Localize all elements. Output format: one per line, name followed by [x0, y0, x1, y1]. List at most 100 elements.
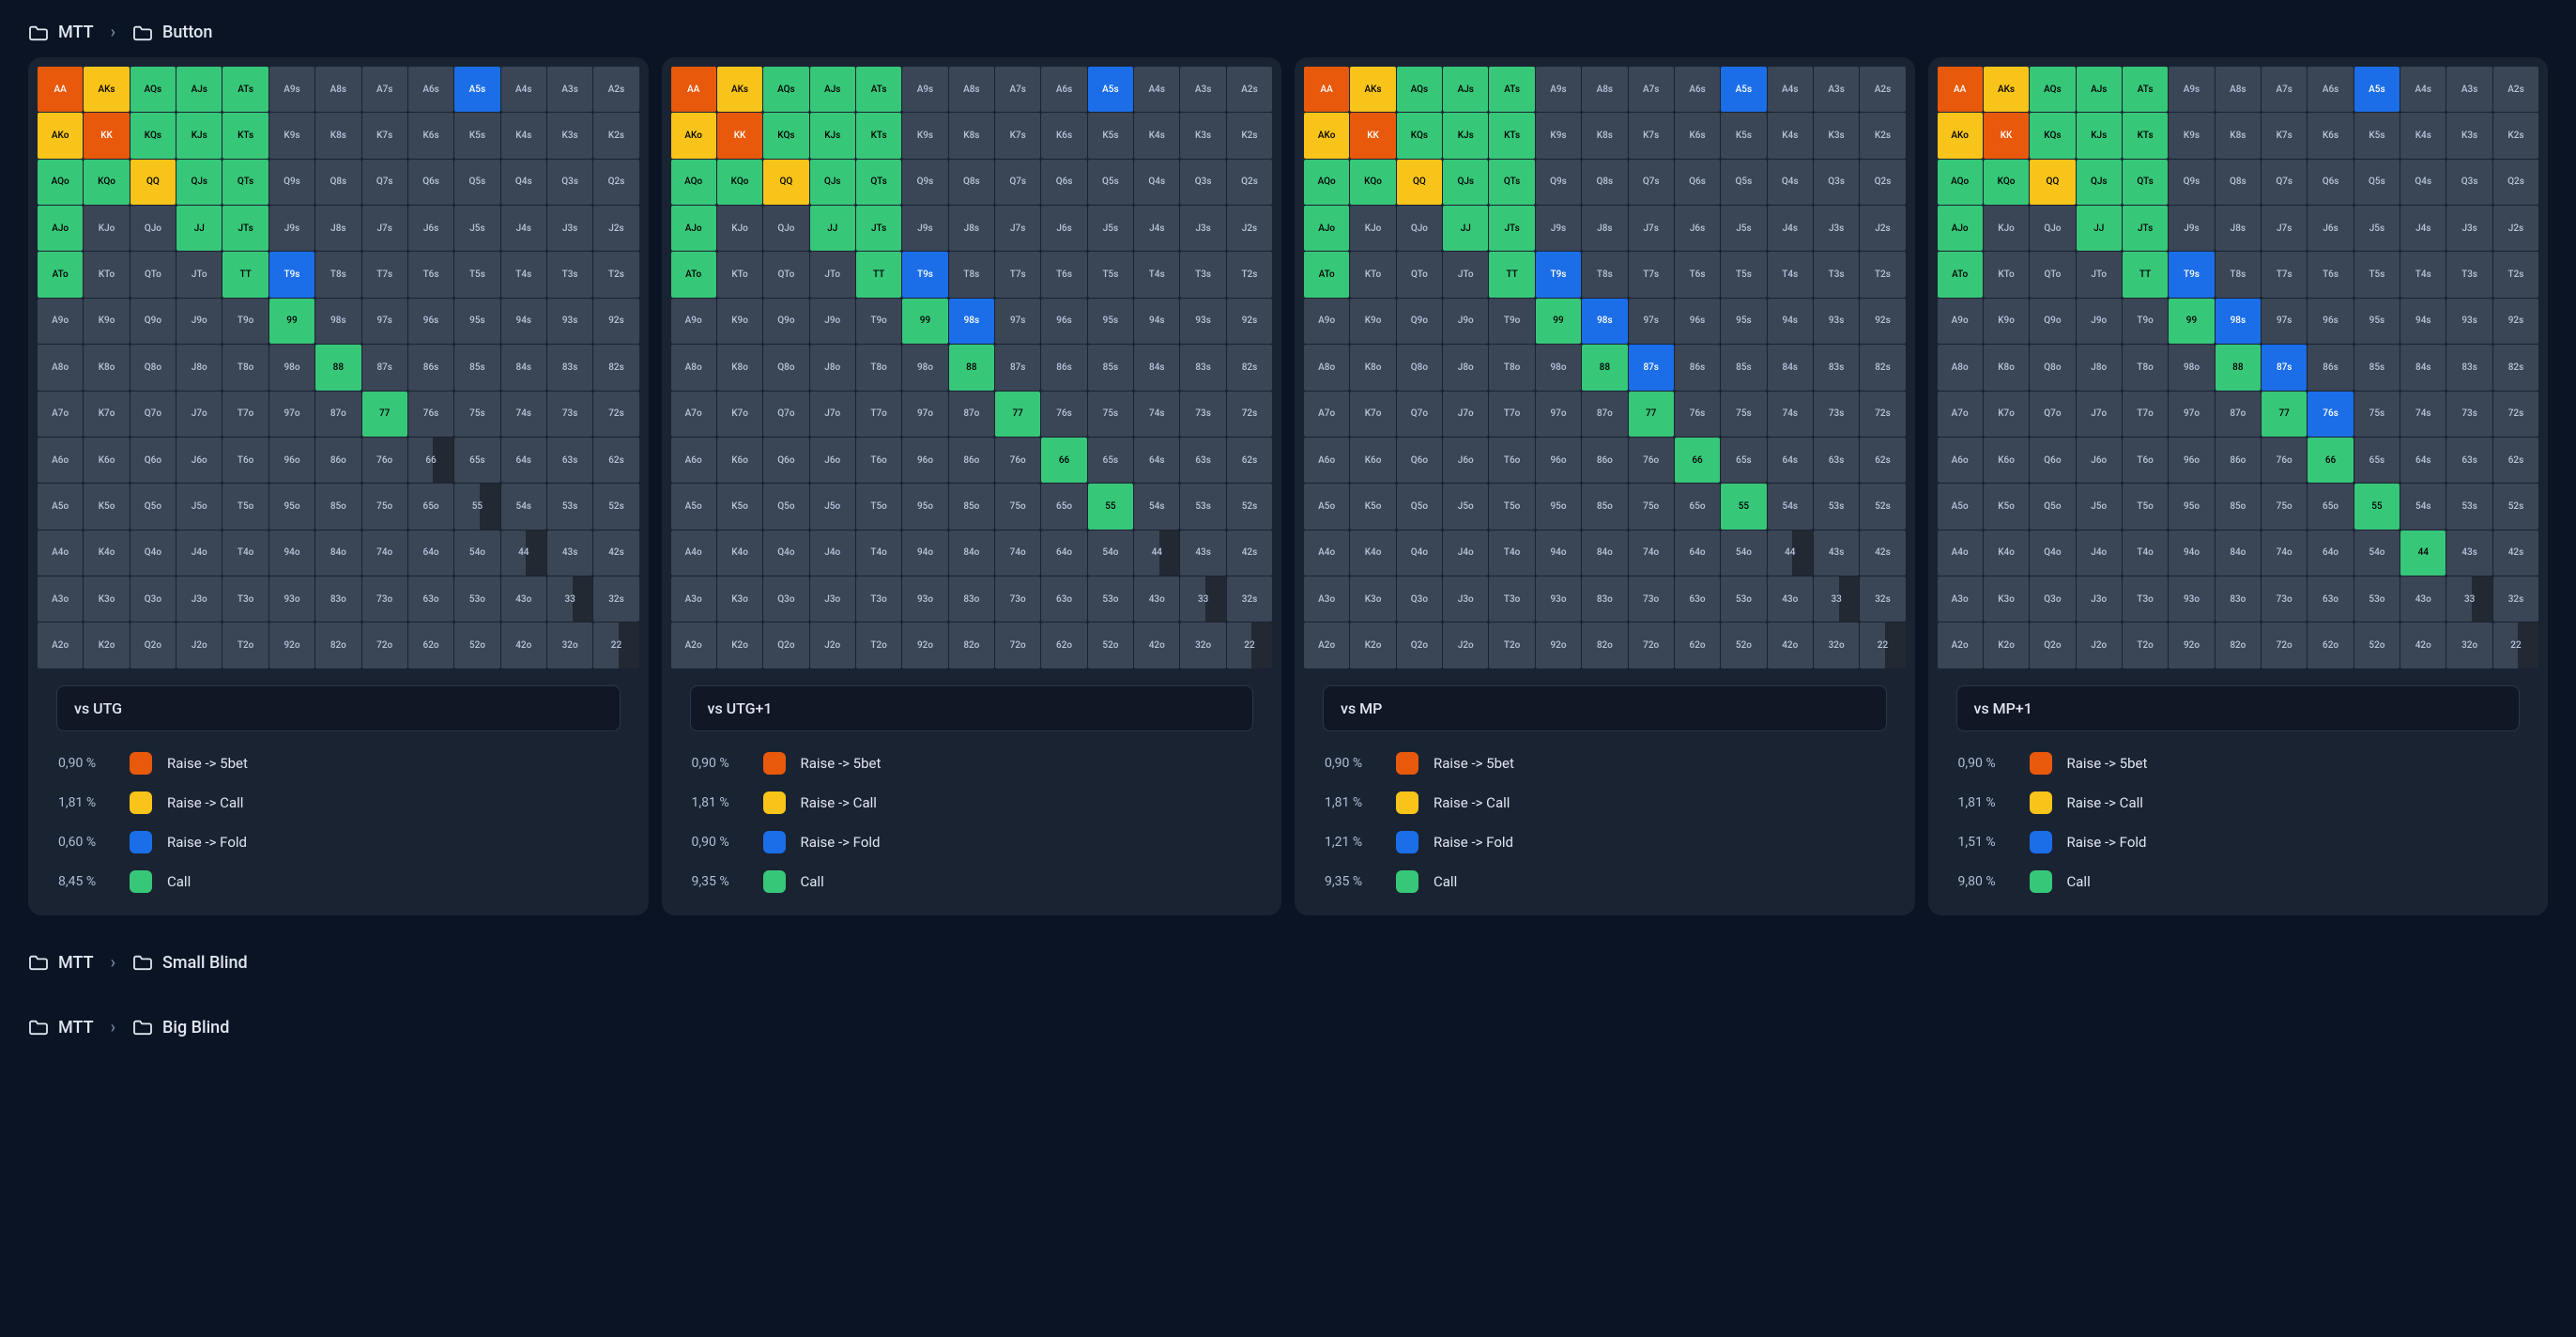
hand-cell[interactable]: A4s — [1134, 67, 1179, 112]
breadcrumb-position[interactable]: Button — [132, 23, 212, 42]
hand-cell[interactable]: J6s — [1675, 206, 1720, 251]
hand-cell[interactable]: 52s — [593, 484, 638, 529]
hand-cell[interactable]: TT — [856, 252, 901, 297]
hand-cell[interactable]: T7s — [995, 252, 1040, 297]
hand-cell[interactable]: Q6o — [2030, 438, 2075, 483]
hand-cell[interactable]: 73s — [2446, 392, 2492, 437]
hand-cell[interactable]: J9o — [2077, 299, 2122, 344]
hand-cell[interactable]: J8o — [176, 345, 222, 390]
hand-cell[interactable]: A5o — [1304, 484, 1349, 529]
hand-cell[interactable]: AQs — [130, 67, 176, 112]
hand-cell[interactable]: T2o — [2123, 622, 2168, 668]
hand-cell[interactable]: AKs — [1984, 67, 2029, 112]
hand-cell[interactable]: AA — [1304, 67, 1349, 112]
hand-cell[interactable]: A8o — [671, 345, 716, 390]
hand-cell[interactable]: J4o — [176, 530, 222, 576]
hand-cell[interactable]: J5s — [1088, 206, 1133, 251]
hand-cell[interactable]: 98s — [949, 299, 994, 344]
hand-cell[interactable]: T8o — [1489, 345, 1534, 390]
hand-cell[interactable]: 77 — [2262, 392, 2307, 437]
hand-cell[interactable]: J5o — [2077, 484, 2122, 529]
hand-cell[interactable]: A3o — [1938, 576, 1983, 622]
hand-cell[interactable]: J5o — [176, 484, 222, 529]
hand-cell[interactable]: 63o — [1675, 576, 1720, 622]
hand-cell[interactable]: KJs — [2077, 113, 2122, 158]
hand-cell[interactable]: KTs — [222, 113, 268, 158]
hand-cell[interactable]: 96o — [2169, 438, 2214, 483]
hand-cell[interactable]: 32o — [1814, 622, 1859, 668]
hand-cell[interactable]: T5o — [856, 484, 901, 529]
hand-cell[interactable]: K3o — [1984, 576, 2029, 622]
hand-cell[interactable]: 52s — [1860, 484, 1905, 529]
hand-cell[interactable]: 73s — [1814, 392, 1859, 437]
hand-cell[interactable]: 99 — [2169, 299, 2214, 344]
hand-cell[interactable]: A7o — [1938, 392, 1983, 437]
hand-cell[interactable]: JTo — [810, 252, 855, 297]
hand-cell[interactable]: A4o — [671, 530, 716, 576]
hand-cell[interactable]: QQ — [130, 160, 176, 205]
hand-cell[interactable]: 98o — [2169, 345, 2214, 390]
hand-cell[interactable]: J7s — [995, 206, 1040, 251]
hand-cell[interactable]: Q2o — [763, 622, 808, 668]
hand-cell[interactable]: A6o — [38, 438, 83, 483]
hand-cell[interactable]: A6s — [1675, 67, 1720, 112]
hand-cell[interactable]: J2o — [810, 622, 855, 668]
hand-cell[interactable]: 77 — [1629, 392, 1674, 437]
hand-cell[interactable]: 62s — [593, 438, 638, 483]
hand-cell[interactable]: K5o — [84, 484, 129, 529]
hand-cell[interactable]: 52o — [454, 622, 499, 668]
hand-cell[interactable]: K7o — [717, 392, 762, 437]
hand-cell[interactable]: T6o — [856, 438, 901, 483]
hand-cell[interactable]: K2o — [1350, 622, 1395, 668]
hand-cell[interactable]: T3o — [2123, 576, 2168, 622]
hand-cell[interactable]: K6s — [1675, 113, 1720, 158]
hand-cell[interactable]: K2s — [1860, 113, 1905, 158]
hand-cell[interactable]: QJs — [1443, 160, 1488, 205]
hand-cell[interactable]: A4s — [501, 67, 546, 112]
hand-cell[interactable]: 76o — [362, 438, 407, 483]
hand-cell[interactable]: 22 — [2493, 622, 2538, 668]
hand-cell[interactable]: 83o — [315, 576, 360, 622]
hand-cell[interactable]: 52o — [1721, 622, 1766, 668]
hand-cell[interactable]: J4o — [2077, 530, 2122, 576]
hand-cell[interactable]: 75s — [1088, 392, 1133, 437]
hand-cell[interactable]: 83s — [1814, 345, 1859, 390]
hand-cell[interactable]: J8o — [1443, 345, 1488, 390]
hand-cell[interactable]: A7o — [1304, 392, 1349, 437]
hand-cell[interactable]: 52o — [2354, 622, 2400, 668]
hand-cell[interactable]: 65s — [2354, 438, 2400, 483]
hand-cell[interactable]: Q8s — [2216, 160, 2261, 205]
breadcrumb-root[interactable]: MTT — [28, 1018, 94, 1037]
hand-cell[interactable]: 32s — [1227, 576, 1272, 622]
hand-cell[interactable]: 94o — [269, 530, 314, 576]
hand-cell[interactable]: AQo — [38, 160, 83, 205]
hand-cell[interactable]: Q3s — [547, 160, 592, 205]
hand-cell[interactable]: J8s — [1582, 206, 1627, 251]
hand-cell[interactable]: 85o — [315, 484, 360, 529]
hand-cell[interactable]: 76s — [1675, 392, 1720, 437]
hand-cell[interactable]: 92s — [1860, 299, 1905, 344]
hand-cell[interactable]: QQ — [2030, 160, 2075, 205]
hand-cell[interactable]: 65o — [408, 484, 453, 529]
hand-cell[interactable]: 97o — [2169, 392, 2214, 437]
hand-cell[interactable]: Q3s — [1180, 160, 1225, 205]
hand-cell[interactable]: 92s — [593, 299, 638, 344]
hand-cell[interactable]: 64s — [1134, 438, 1179, 483]
hand-cell[interactable]: T3s — [1180, 252, 1225, 297]
hand-cell[interactable]: 95o — [2169, 484, 2214, 529]
hand-cell[interactable]: 74s — [501, 392, 546, 437]
hand-cell[interactable]: A5s — [1721, 67, 1766, 112]
hand-cell[interactable]: A5s — [1088, 67, 1133, 112]
hand-cell[interactable]: Q9o — [1397, 299, 1442, 344]
hand-cell[interactable]: KK — [717, 113, 762, 158]
hand-cell[interactable]: T4s — [2400, 252, 2446, 297]
hand-cell[interactable]: 43s — [1814, 530, 1859, 576]
hand-cell[interactable]: KTs — [856, 113, 901, 158]
hand-cell[interactable]: Q3o — [130, 576, 176, 622]
hand-cell[interactable]: 42s — [2493, 530, 2538, 576]
hand-cell[interactable]: 85s — [454, 345, 499, 390]
hand-cell[interactable]: 95s — [1088, 299, 1133, 344]
hand-cell[interactable]: 93o — [2169, 576, 2214, 622]
hand-cell[interactable]: J4o — [810, 530, 855, 576]
hand-cell[interactable]: Q8o — [763, 345, 808, 390]
